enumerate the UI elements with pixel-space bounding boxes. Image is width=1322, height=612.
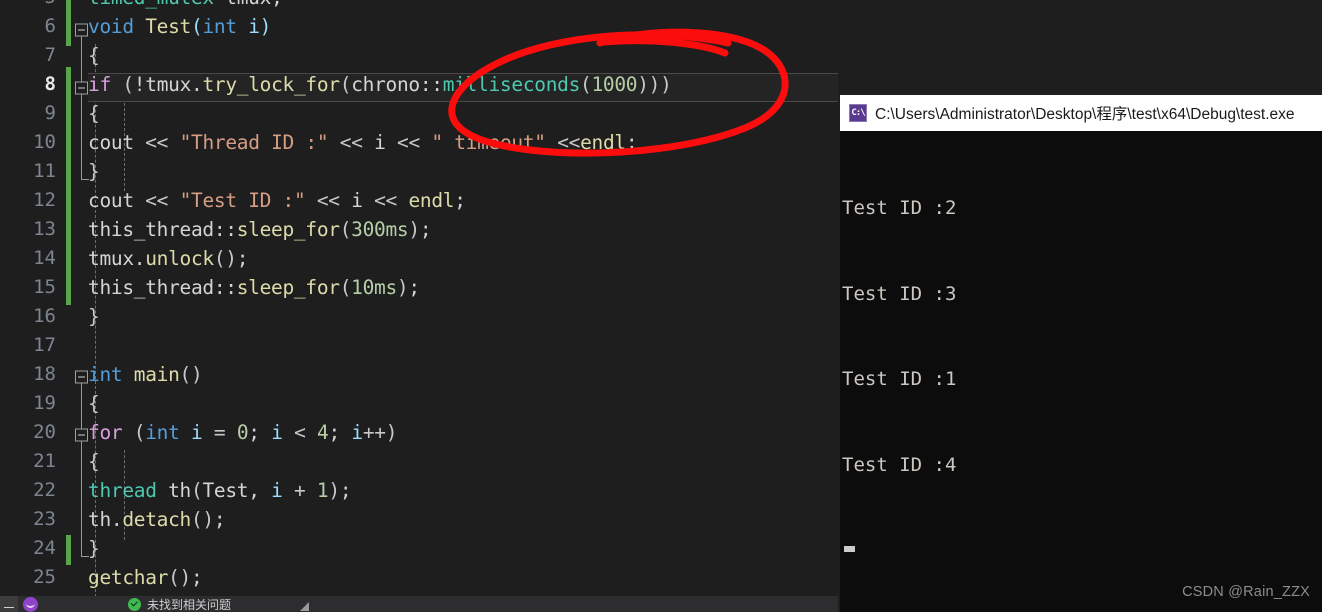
code-line-6[interactable]: void Test(int i) — [88, 15, 271, 38]
line-number: 7 — [44, 44, 56, 66]
code-line-19[interactable]: { — [88, 392, 100, 415]
code-line-15[interactable]: this_thread::sleep_for(10ms); — [88, 276, 420, 299]
console-output-line: Test ID :1 — [842, 368, 957, 390]
editor-status-bar[interactable]: 未找到相关问题 — [0, 596, 838, 612]
console-output: Test ID :2 Test ID :3 Test ID :1 Test ID… — [840, 131, 1322, 612]
scope-guide — [81, 377, 89, 557]
fold-toggle-line8[interactable] — [75, 81, 88, 95]
line-number: 24 — [33, 537, 56, 559]
line-number: 8 — [44, 73, 56, 95]
change-marker — [66, 0, 71, 46]
code-line-24[interactable]: } — [88, 537, 100, 560]
line-number: 22 — [33, 479, 56, 501]
statusbar-top-strip — [0, 596, 838, 598]
console-output-line: Test ID :3 — [842, 282, 957, 305]
line-number: 25 — [33, 566, 56, 588]
line-number: 5 — [0, 0, 56, 8]
csdn-watermark: CSDN @Rain_ZZX — [1182, 584, 1310, 600]
fold-toggle-line6[interactable] — [75, 23, 88, 37]
code-line-9[interactable]: { — [88, 102, 100, 125]
code-line-10[interactable]: cout << "Thread ID :" << i << " timeout"… — [88, 131, 638, 154]
line-number: 13 — [33, 218, 56, 240]
line-number: 14 — [33, 247, 56, 269]
line-number: 6 — [44, 15, 56, 37]
line-number: 16 — [33, 305, 56, 327]
line-number: 15 — [33, 276, 56, 298]
screenshot-root: 5 6 7 8 9 10 11 12 13 14 15 16 17 18 19 … — [0, 0, 1322, 612]
line-number: 12 — [33, 189, 56, 211]
scope-guide — [81, 30, 89, 180]
green-check-icon — [128, 597, 141, 611]
line-number: 11 — [33, 160, 56, 182]
code-line-25[interactable]: getchar(); — [88, 566, 203, 589]
console-output-line: Test ID :4 — [842, 453, 957, 476]
code-line-5[interactable]: timed_mutex tmux; — [88, 0, 283, 9]
console-title-bar[interactable]: C:\ C:\Users\Administrator\Desktop\程序\te… — [840, 95, 1322, 131]
line-number: 18 — [33, 363, 56, 385]
line-number: 21 — [33, 450, 56, 472]
console-app-icon: C:\ — [849, 104, 867, 122]
code-line-20[interactable]: for (int i = 0; i < 4; i++) — [88, 421, 397, 444]
collapse-panel-icon[interactable] — [0, 596, 18, 612]
console-title-text: C:\Users\Administrator\Desktop\程序\test\x… — [875, 106, 1295, 123]
code-line-11[interactable]: } — [88, 160, 100, 183]
change-marker — [66, 67, 71, 305]
code-line-7[interactable]: { — [88, 44, 100, 67]
resize-grip-icon[interactable] — [300, 602, 309, 611]
line-number: 10 — [33, 131, 56, 153]
fold-toggle-line20[interactable] — [75, 428, 88, 442]
code-editor[interactable]: 5 6 7 8 9 10 11 12 13 14 15 16 17 18 19 … — [0, 0, 838, 596]
console-output-line: Test ID :2 — [842, 197, 957, 219]
code-line-18[interactable]: int main() — [88, 363, 203, 386]
console-cursor-line — [842, 536, 1322, 565]
code-line-13[interactable]: this_thread::sleep_for(300ms); — [88, 218, 432, 241]
block-cursor — [844, 546, 855, 552]
code-line-14[interactable]: tmux.unlock(); — [88, 247, 249, 270]
line-number: 17 — [33, 334, 56, 356]
line-number: 20 — [33, 421, 56, 443]
code-line-12[interactable]: cout << "Test ID :" << i << endl; — [88, 189, 466, 212]
line-number: 23 — [33, 508, 56, 530]
code-line-23[interactable]: th.detach(); — [88, 508, 226, 531]
status-message: 未找到相关问题 — [147, 597, 232, 612]
console-window[interactable]: C:\ C:\Users\Administrator\Desktop\程序\te… — [840, 95, 1322, 612]
code-line-16[interactable]: } — [88, 305, 100, 328]
fold-toggle-line18[interactable] — [75, 370, 88, 384]
code-line-8[interactable]: if (!tmux.try_lock_for(chrono::milliseco… — [88, 73, 672, 96]
user-avatar-icon[interactable] — [23, 596, 38, 612]
code-line-22[interactable]: thread th(Test, i + 1); — [88, 479, 352, 502]
code-line-21[interactable]: { — [88, 450, 100, 473]
line-number: 19 — [33, 392, 56, 414]
change-marker — [66, 535, 71, 565]
line-number: 9 — [44, 102, 56, 124]
